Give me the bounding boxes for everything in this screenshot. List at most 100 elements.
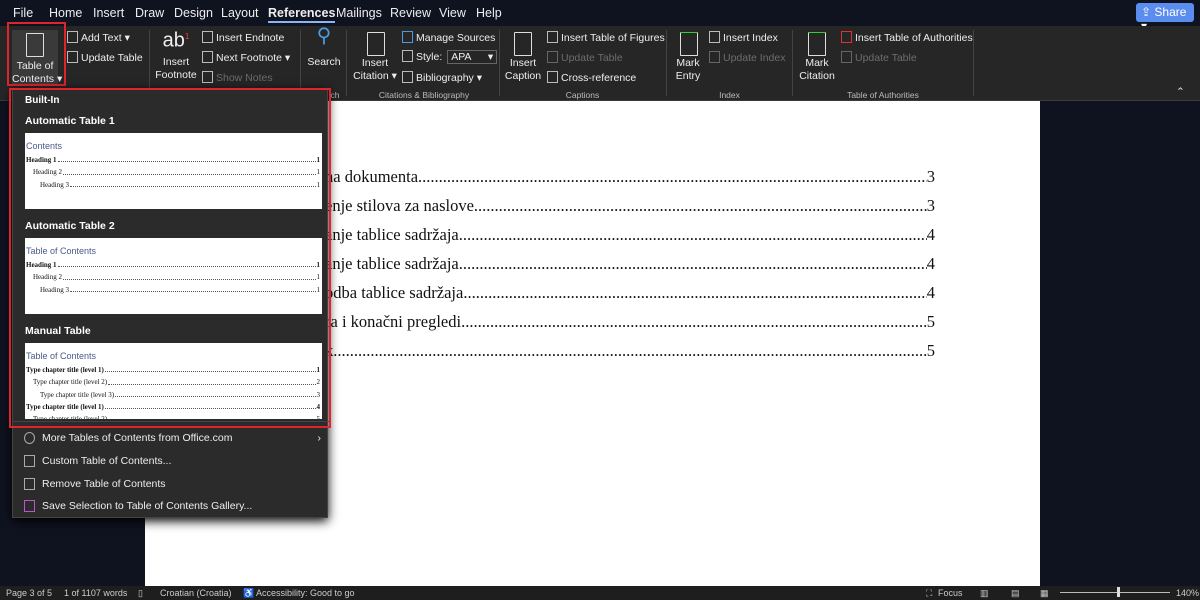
- focus-icon: ⛶: [926, 588, 933, 598]
- insert-index-button[interactable]: Insert Index: [709, 31, 778, 44]
- toc-leader: [459, 254, 927, 274]
- highlight-toc-button: [7, 22, 66, 86]
- insert-footnote-button[interactable]: ab1 Insert Footnote: [155, 30, 197, 82]
- toc-entry-page: 4: [926, 225, 935, 244]
- menu-item-save-selection[interactable]: Save Selection to Table of Contents Gall…: [13, 496, 329, 518]
- divider: [346, 30, 347, 96]
- mark-entry-icon: [680, 32, 698, 56]
- toc-entry[interactable]: ra i konačni pregledi 5: [325, 312, 935, 332]
- tab-mailings[interactable]: Mailings: [336, 6, 382, 20]
- insert-endnote-button[interactable]: Insert Endnote: [202, 31, 284, 44]
- toc-entry-text: na dokumenta: [325, 167, 419, 186]
- tab-references[interactable]: References: [268, 6, 336, 23]
- update-icon: [547, 51, 558, 63]
- cross-reference-button[interactable]: Cross-reference: [547, 71, 636, 84]
- remove-icon: [24, 478, 35, 490]
- tab-draw[interactable]: Draw: [135, 6, 164, 20]
- highlight-gallery: [9, 88, 331, 428]
- share-button[interactable]: ⇪ Share ▾: [1136, 3, 1194, 33]
- manage-sources-button[interactable]: Manage Sources: [402, 31, 495, 44]
- divider: [666, 30, 667, 96]
- update-index-button[interactable]: Update Index: [709, 51, 785, 64]
- group-captions-label: Captions: [565, 90, 600, 100]
- globe-icon: [24, 432, 35, 444]
- toc-leader: [333, 341, 927, 361]
- divider: [973, 30, 974, 96]
- word-count[interactable]: 1 of 1107 words: [64, 588, 127, 598]
- add-text-button[interactable]: Add Text ▾: [67, 31, 130, 44]
- menu-item-remove-toc[interactable]: Remove Table of Contents: [13, 474, 329, 496]
- update-icon: [841, 51, 852, 63]
- update-icon: [67, 51, 78, 63]
- tab-help[interactable]: Help: [476, 6, 502, 20]
- search-button[interactable]: ⚲ Search: [306, 26, 342, 69]
- insert-table-of-figures-button[interactable]: Insert Table of Figures: [547, 31, 665, 44]
- group-authorities-label: Table of Authorities: [847, 90, 919, 100]
- status-bar: Page 3 of 5 1 of 1107 words ▯ Croatian (…: [0, 586, 1200, 600]
- web-layout-icon[interactable]: ▦: [1040, 588, 1049, 599]
- divider: [499, 30, 500, 96]
- show-notes-icon: [202, 71, 213, 83]
- toc-entry-text: ra i konačni pregledi: [325, 312, 462, 331]
- tab-file[interactable]: File: [13, 6, 33, 20]
- bibliography-button[interactable]: Bibliography ▾: [402, 71, 482, 84]
- tab-insert[interactable]: Insert: [93, 6, 124, 20]
- focus-button[interactable]: Focus: [938, 588, 963, 598]
- tab-design[interactable]: Design: [174, 6, 213, 20]
- insert-table-of-authorities-button[interactable]: Insert Table of Authorities: [841, 31, 973, 44]
- tab-review[interactable]: Review: [390, 6, 431, 20]
- accessibility-icon: ♿: [243, 588, 255, 598]
- footnote-icon: ab1: [162, 29, 190, 52]
- language[interactable]: Croatian (Croatia): [160, 588, 232, 598]
- update-table-authorities-button[interactable]: Update Table: [841, 51, 917, 64]
- menu-item-custom-toc[interactable]: Custom Table of Contents...: [13, 451, 329, 473]
- next-footnote-button[interactable]: Next Footnote ▾: [202, 51, 290, 64]
- toc-entry-text: anje tablice sadržaja: [325, 254, 459, 273]
- table-of-authorities-icon: [841, 31, 852, 43]
- toc-entry[interactable]: odba tablice sadržaja 4: [325, 283, 935, 303]
- print-layout-icon[interactable]: ▤: [1011, 588, 1020, 599]
- collapse-ribbon-icon[interactable]: ⌃: [1176, 86, 1185, 98]
- toc-entry-page: 5: [926, 341, 935, 360]
- save-gallery-icon: [24, 500, 35, 512]
- page-indicator[interactable]: Page 3 of 5: [6, 588, 52, 598]
- tab-layout[interactable]: Layout: [221, 6, 259, 20]
- style-icon: [402, 50, 413, 62]
- tab-home[interactable]: Home: [49, 6, 82, 20]
- update-table-figures-button[interactable]: Update Table: [547, 51, 623, 64]
- divider: [149, 30, 150, 96]
- toc-entry-text: odba tablice sadržaja: [325, 283, 464, 302]
- toc-entry-text: anje tablice sadržaja: [325, 225, 459, 244]
- toc-entry[interactable]: anje tablice sadržaja 4: [325, 254, 935, 274]
- zoom-slider-thumb[interactable]: [1117, 587, 1120, 597]
- insert-citation-button[interactable]: Insert Citation ▾: [352, 30, 398, 83]
- proofing-icon[interactable]: ▯: [138, 588, 143, 599]
- show-notes-button[interactable]: Show Notes: [202, 71, 273, 84]
- insert-caption-button[interactable]: Insert Caption: [504, 30, 542, 83]
- accessibility-status[interactable]: Accessibility: Good to go: [256, 588, 355, 598]
- bibliography-icon: [402, 71, 413, 83]
- mark-entry-button[interactable]: Mark Entry: [672, 30, 704, 83]
- manage-sources-icon: [402, 31, 413, 43]
- tab-view[interactable]: View: [439, 6, 466, 20]
- style-selector[interactable]: Style: APA ▾: [402, 50, 498, 64]
- update-icon: [709, 51, 720, 63]
- zoom-level[interactable]: 140%: [1176, 588, 1199, 598]
- menu-bar: File Home Insert Draw Design Layout Refe…: [0, 0, 1200, 33]
- update-table-button[interactable]: Update Table: [67, 51, 143, 64]
- toc-entry[interactable]: anje tablice sadržaja 4: [325, 225, 935, 245]
- read-mode-icon[interactable]: ▥: [980, 588, 989, 599]
- zoom-slider[interactable]: [1060, 592, 1170, 593]
- menu-item-more-tocs[interactable]: More Tables of Contents from Office.com ›: [13, 428, 329, 450]
- toc-leader: [459, 225, 927, 245]
- index-icon: [709, 31, 720, 43]
- toc-entry[interactable]: enje stilova za naslove 3: [325, 196, 935, 216]
- endnote-icon: [202, 31, 213, 43]
- toc-entry-page: 3: [926, 196, 935, 215]
- style-dropdown[interactable]: APA ▾: [447, 50, 498, 64]
- toc-entry[interactable]: na dokumenta 3: [325, 167, 935, 187]
- mark-citation-button[interactable]: Mark Citation: [798, 30, 836, 83]
- toc-entry[interactable]: k5: [325, 341, 935, 361]
- toc-leader: [418, 167, 927, 187]
- chevron-down-icon: ▾: [487, 51, 494, 63]
